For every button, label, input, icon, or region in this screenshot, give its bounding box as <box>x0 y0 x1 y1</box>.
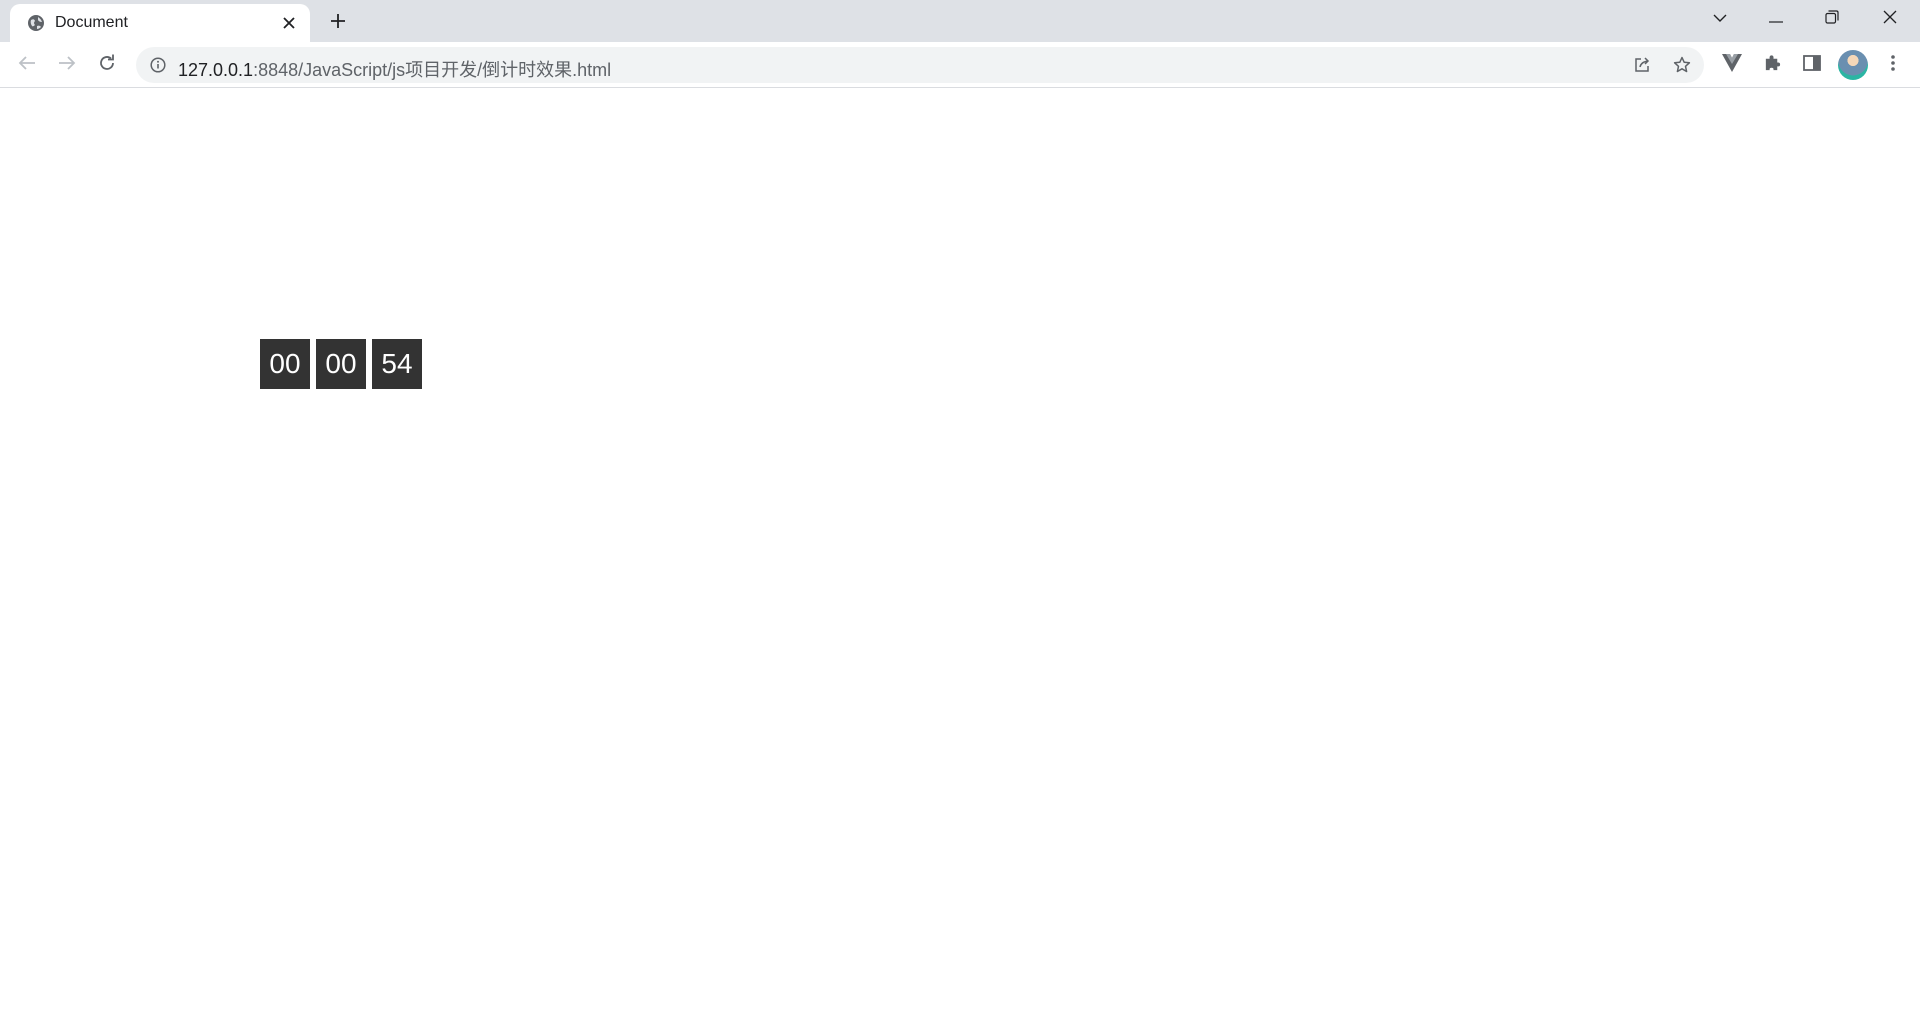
tab-title: Document <box>55 14 128 31</box>
extensions-button[interactable] <box>1756 49 1788 81</box>
window-close-button[interactable] <box>1862 0 1918 38</box>
tab-strip: Document <box>0 0 1920 42</box>
tab-search-button[interactable] <box>1692 0 1748 38</box>
close-icon[interactable] <box>278 12 300 34</box>
kebab-menu-icon <box>1891 54 1895 76</box>
vue-devtools-icon <box>1722 53 1742 77</box>
info-icon[interactable] <box>148 55 168 75</box>
restore-button[interactable] <box>1804 0 1860 38</box>
globe-icon <box>26 13 46 33</box>
forward-arrow-icon <box>58 55 76 76</box>
new-tab-button[interactable] <box>324 9 352 37</box>
countdown-timer: 00 00 54 <box>260 339 422 389</box>
forward-button[interactable] <box>51 49 83 81</box>
url-host: 127.0.0.1 <box>178 60 254 80</box>
browser-tab[interactable]: Document <box>10 4 310 42</box>
countdown-minutes: 00 <box>316 339 366 389</box>
restore-icon <box>1825 9 1839 29</box>
minimize-button[interactable] <box>1748 0 1804 38</box>
puzzle-icon <box>1763 54 1781 77</box>
vue-devtools-extension[interactable] <box>1716 49 1748 81</box>
back-arrow-icon <box>18 55 36 76</box>
countdown-hours: 00 <box>260 339 310 389</box>
address-bar[interactable]: 127.0.0.1:8848/JavaScript/js项目开发/倒计时效果.h… <box>136 47 1704 83</box>
side-panel-icon <box>1803 54 1821 76</box>
url-path: :8848/JavaScript/js项目开发/倒计时效果.html <box>253 60 612 80</box>
share-icon[interactable] <box>1628 51 1656 79</box>
back-button[interactable] <box>11 49 43 81</box>
plus-icon <box>330 13 346 34</box>
countdown-seconds: 54 <box>372 339 422 389</box>
url-text[interactable]: 127.0.0.1:8848/JavaScript/js项目开发/倒计时效果.h… <box>178 56 611 82</box>
reload-button[interactable] <box>91 49 123 81</box>
side-panel-button[interactable] <box>1796 49 1828 81</box>
star-icon[interactable] <box>1668 51 1696 79</box>
reload-icon <box>98 54 116 77</box>
close-icon <box>1883 10 1897 29</box>
browser-menu-button[interactable] <box>1877 49 1909 81</box>
profile-avatar[interactable] <box>1838 50 1868 80</box>
minimize-icon <box>1769 10 1783 28</box>
browser-toolbar: 127.0.0.1:8848/JavaScript/js项目开发/倒计时效果.h… <box>0 42 1920 88</box>
chevron-down-icon <box>1713 10 1727 28</box>
